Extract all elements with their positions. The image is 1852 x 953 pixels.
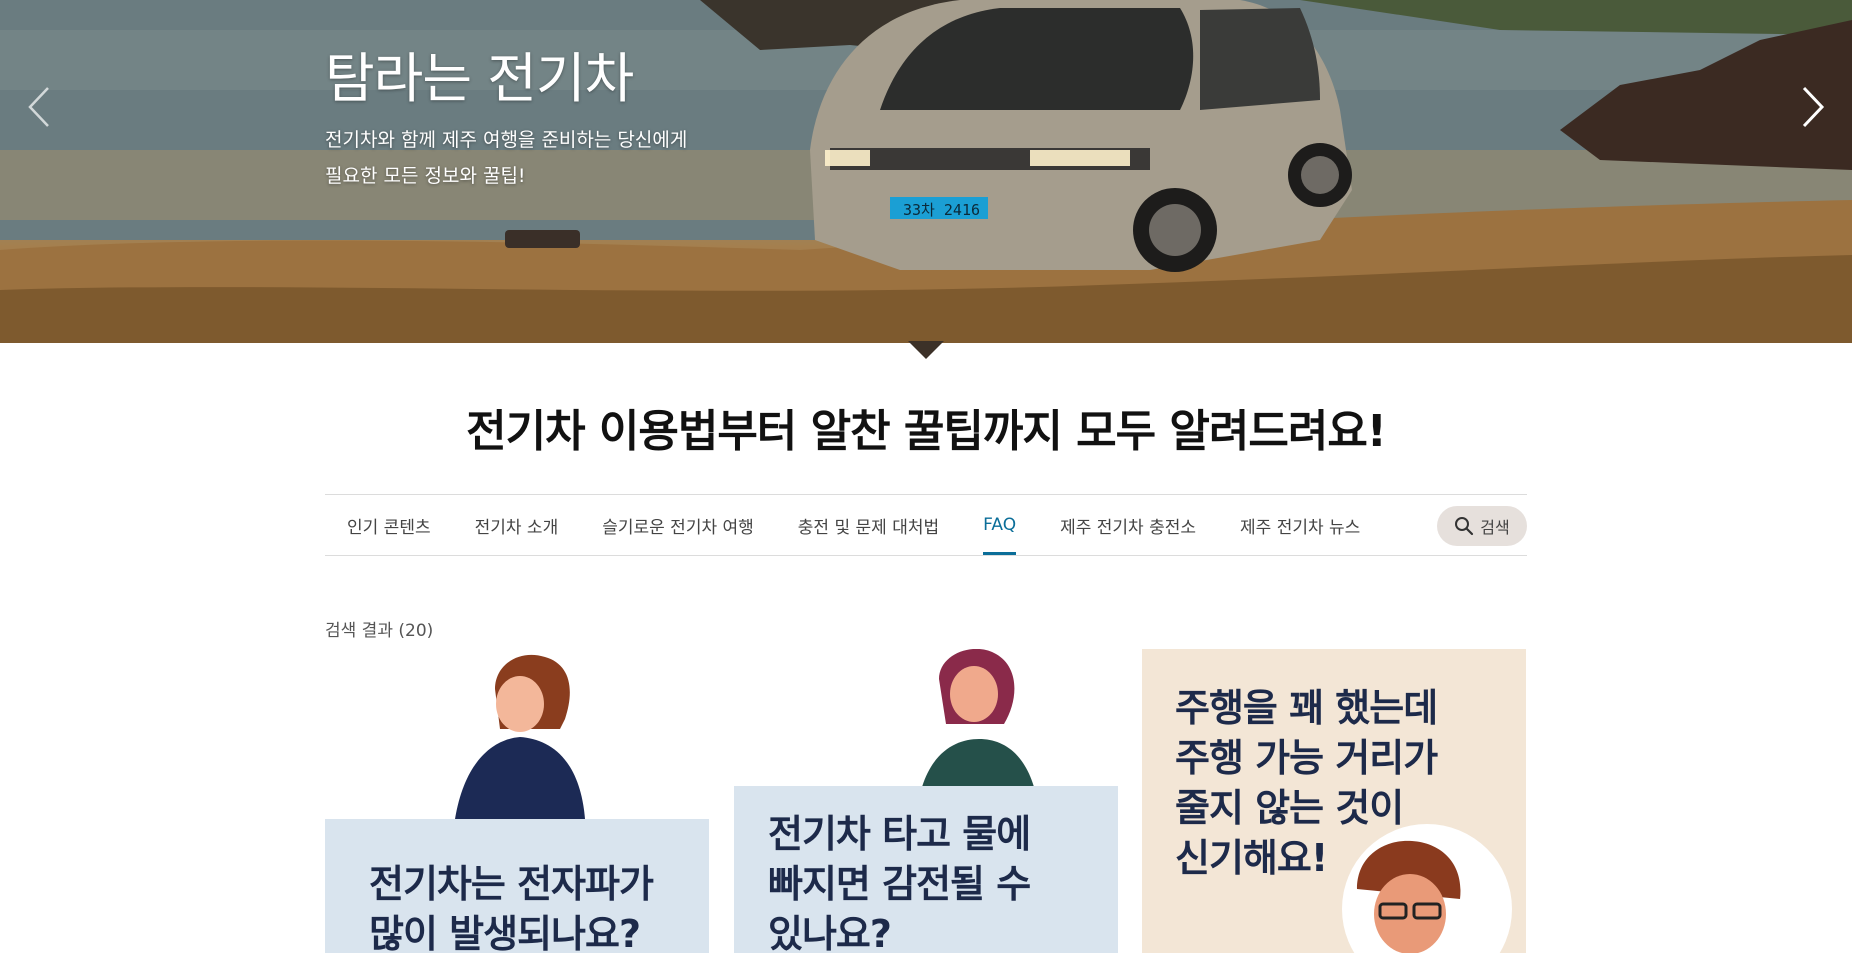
hero-image: 33차 2416 [0, 0, 1852, 343]
card-title-line: 전기차 타고 물에 [768, 812, 1031, 856]
card-title-line: 있나요? [768, 912, 892, 953]
card-title-line: 주행을 꽤 했는데 [1175, 686, 1438, 730]
tab-charging-troubleshooting[interactable]: 충전 및 문제 대처법 [776, 495, 961, 555]
license-plate: 33차 2416 [903, 201, 980, 219]
hero-subtitle-line2: 필요한 모든 정보와 꿀팁! [325, 165, 526, 187]
card-title-line: 줄지 않는 것이 [1175, 786, 1404, 830]
category-nav: 인기 콘텐츠 전기차 소개 슬기로운 전기차 여행 충전 및 문제 대처법 FA… [325, 494, 1527, 556]
search-button-label: 검색 [1480, 518, 1510, 537]
card-title: 전기차는 전자파가 많이 발생되나요? [369, 859, 654, 953]
faq-card[interactable]: 전기차는 전자파가 많이 발생되나요? [325, 649, 709, 953]
hero-title: 탐라는 전기차 [325, 47, 634, 110]
card-title: 전기차 타고 물에 빠지면 감전될 수 있나요? [768, 809, 1031, 953]
card-title-line: 주행 가능 거리가 [1175, 736, 1438, 780]
tab-news[interactable]: 제주 전기차 뉴스 [1218, 495, 1382, 555]
faq-card[interactable]: 주행을 꽤 했는데 주행 가능 거리가 줄지 않는 것이 신기해요! [1142, 649, 1526, 953]
hero-prev-button[interactable] [20, 82, 60, 132]
tab-smart-travel[interactable]: 슬기로운 전기차 여행 [580, 495, 776, 555]
card-title-line: 전기차는 전자파가 [369, 862, 654, 906]
result-count: 검색 결과 (20) [325, 621, 434, 641]
hero-subtitle-line1: 전기차와 함께 제주 여행을 준비하는 당신에게 [325, 129, 688, 151]
card-title-line: 빠지면 감전될 수 [768, 862, 1031, 906]
tab-charging-stations[interactable]: 제주 전기차 충전소 [1038, 495, 1218, 555]
hero-next-button[interactable] [1792, 82, 1832, 132]
card-title-line: 많이 발생되나요? [369, 912, 641, 953]
search-button[interactable]: 검색 [1437, 506, 1527, 546]
tab-ev-intro[interactable]: 전기차 소개 [453, 495, 581, 555]
tab-faq[interactable]: FAQ [961, 495, 1038, 555]
hero-notch [908, 341, 944, 359]
faq-card[interactable]: 전기차 타고 물에 빠지면 감전될 수 있나요? [734, 649, 1118, 953]
card-title-line: 신기해요! [1175, 836, 1328, 880]
tab-popular[interactable]: 인기 콘텐츠 [325, 495, 453, 555]
chevron-left-icon [28, 87, 49, 127]
card-title: 주행을 꽤 했는데 주행 가능 거리가 줄지 않는 것이 신기해요! [1175, 683, 1438, 883]
hero-banner[interactable]: 33차 2416 탐라는 전기차 전기차와 함께 제주 여행을 준비하는 당신에… [0, 0, 1852, 343]
search-icon [1455, 517, 1474, 536]
chevron-right-icon [1802, 86, 1825, 128]
hero-subtitle: 전기차와 함께 제주 여행을 준비하는 당신에게 필요한 모든 정보와 꿀팁! [325, 122, 687, 194]
page-headline: 전기차 이용법부터 알찬 꿀팁까지 모두 알려드려요! [466, 406, 1387, 457]
